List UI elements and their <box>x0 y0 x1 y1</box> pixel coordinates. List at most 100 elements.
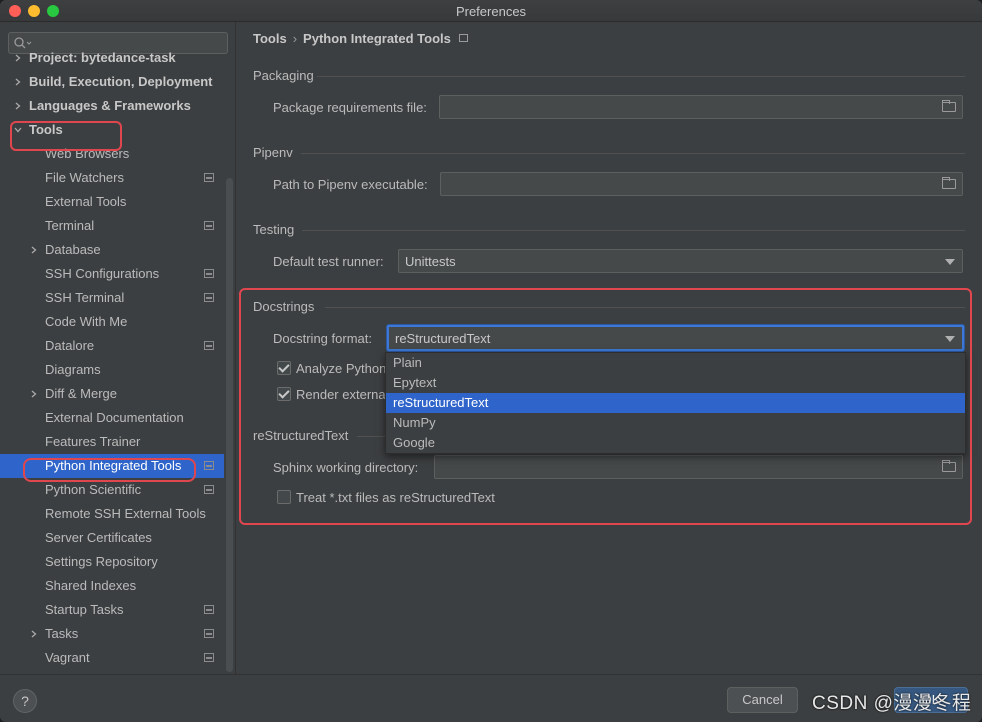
sidebar-item-label: Tools <box>29 122 63 137</box>
chevron-right-icon[interactable] <box>14 54 22 62</box>
sidebar-item-server-certificates[interactable]: Server Certificates <box>0 526 224 550</box>
render-external-checkbox[interactable] <box>277 387 291 401</box>
project-level-icon <box>204 653 214 662</box>
chevron-right-icon[interactable] <box>30 630 38 638</box>
sidebar-item-vagrant[interactable]: Vagrant <box>0 646 224 670</box>
sphinx-dir-label: Sphinx working directory: <box>273 460 419 475</box>
sidebar-item-ssh-terminal[interactable]: SSH Terminal <box>0 286 224 310</box>
sidebar-item-tools[interactable]: Tools <box>0 118 224 142</box>
packaging-section-title: Packaging <box>253 68 314 83</box>
chevron-right-icon[interactable] <box>14 102 22 110</box>
folder-icon[interactable] <box>942 177 956 189</box>
project-level-icon <box>204 293 214 302</box>
sidebar-item-external-tools[interactable]: External Tools <box>0 190 224 214</box>
sidebar-item-build-execution-deployment[interactable]: Build, Execution, Deployment <box>0 70 224 94</box>
sidebar-item-features-trainer[interactable]: Features Trainer <box>0 430 224 454</box>
project-level-icon <box>204 173 214 182</box>
chevron-right-icon[interactable] <box>30 246 38 254</box>
pipenv-path-field[interactable] <box>440 172 963 196</box>
sidebar-item-diff-merge[interactable]: Diff & Merge <box>0 382 224 406</box>
sidebar-item-label: Diagrams <box>45 362 101 377</box>
chevron-down-icon[interactable] <box>14 126 22 134</box>
sidebar-item-languages-frameworks[interactable]: Languages & Frameworks <box>0 94 224 118</box>
folder-icon[interactable] <box>942 460 956 472</box>
breadcrumb-parent[interactable]: Tools <box>253 31 287 46</box>
help-button[interactable]: ? <box>13 689 37 713</box>
dropdown-option[interactable]: Plain <box>386 353 965 373</box>
chevron-down-icon <box>945 336 955 342</box>
section-divider <box>317 76 965 77</box>
analyze-python-label: Analyze Python <box>296 361 387 376</box>
docstring-format-label: Docstring format: <box>273 331 372 346</box>
docstring-format-select[interactable]: reStructuredText <box>387 325 964 351</box>
project-level-icon <box>204 629 214 638</box>
project-level-icon <box>204 485 214 494</box>
chevron-right-icon[interactable] <box>30 390 38 398</box>
treat-txt-checkbox[interactable] <box>277 490 291 504</box>
test-runner-label: Default test runner: <box>273 254 384 269</box>
sidebar-item-python-scientific[interactable]: Python Scientific <box>0 478 224 502</box>
section-divider <box>301 153 965 154</box>
requirements-label: Package requirements file: <box>273 100 427 115</box>
test-runner-select[interactable]: Unittests <box>398 249 963 273</box>
sidebar-item-label: Startup Tasks <box>45 602 124 617</box>
page-menu-icon[interactable] <box>458 34 468 42</box>
sidebar-item-terminal[interactable]: Terminal <box>0 214 224 238</box>
preferences-window: Preferences Project: bytedance-task Build… <box>0 0 982 722</box>
docstring-format-dropdown: Plain Epytext reStructuredText NumPy Goo… <box>385 352 966 454</box>
requirements-field[interactable] <box>439 95 963 119</box>
pipenv-section-title: Pipenv <box>253 145 293 160</box>
sidebar-item-tasks[interactable]: Tasks <box>0 622 224 646</box>
title-bar[interactable]: Preferences <box>0 0 982 22</box>
sidebar-item-file-watchers[interactable]: File Watchers <box>0 166 224 190</box>
project-level-icon <box>204 269 214 278</box>
sidebar-item-python-integrated-tools[interactable]: Python Integrated Tools <box>0 454 224 478</box>
sidebar-item-label: Settings Repository <box>45 554 158 569</box>
sidebar-item-ssh-configurations[interactable]: SSH Configurations <box>0 262 224 286</box>
sidebar-item-label: Code With Me <box>45 314 128 329</box>
sidebar-item-label: SSH Configurations <box>45 266 160 281</box>
sidebar-item-label: Build, Execution, Deployment <box>29 74 213 89</box>
sidebar-item-database[interactable]: Database <box>0 238 224 262</box>
sidebar-item-code-with-me[interactable]: Code With Me <box>0 310 224 334</box>
sidebar-item-label: External Documentation <box>45 410 184 425</box>
sidebar-item-label: Vagrant <box>45 650 90 665</box>
project-level-icon <box>204 461 214 470</box>
sidebar-item-label: Remote SSH External Tools <box>45 506 206 521</box>
sphinx-dir-field[interactable] <box>434 455 963 479</box>
folder-icon[interactable] <box>942 100 956 112</box>
sidebar-item-web-browsers[interactable]: Web Browsers <box>0 142 224 166</box>
sidebar-item-label: Database <box>45 242 101 257</box>
dropdown-option[interactable]: NumPy <box>386 413 965 433</box>
sidebar-item-external-documentation[interactable]: External Documentation <box>0 406 224 430</box>
sidebar-item-project-bytedance-task[interactable]: Project: bytedance-task <box>0 46 224 70</box>
sidebar-item-shared-indexes[interactable]: Shared Indexes <box>0 574 224 598</box>
section-divider <box>325 307 965 308</box>
breadcrumb-separator: › <box>292 31 298 46</box>
sidebar-item-remote-ssh-external-tools[interactable]: Remote SSH External Tools <box>0 502 224 526</box>
dropdown-option[interactable]: Google <box>386 433 965 453</box>
docstrings-section-title: Docstrings <box>253 299 315 314</box>
sidebar-scrollbar[interactable] <box>226 178 233 672</box>
sidebar-item-settings-repository[interactable]: Settings Repository <box>0 550 224 574</box>
sidebar-item-diagrams[interactable]: Diagrams <box>0 358 224 382</box>
chevron-down-icon <box>945 259 955 265</box>
chevron-right-icon[interactable] <box>14 78 22 86</box>
sidebar-item-label: Tasks <box>45 626 79 641</box>
sidebar-item-startup-tasks[interactable]: Startup Tasks <box>0 598 224 622</box>
sidebar-item-label: Shared Indexes <box>45 578 137 593</box>
project-level-icon <box>204 221 214 230</box>
dropdown-option-selected[interactable]: reStructuredText <box>386 393 965 413</box>
sidebar-item-label: Datalore <box>45 338 95 353</box>
analyze-python-checkbox[interactable] <box>277 361 291 375</box>
breadcrumb-current: Python Integrated Tools <box>303 31 451 46</box>
sidebar-item-label: Project: bytedance-task <box>29 50 176 65</box>
sidebar-item-datalore[interactable]: Datalore <box>0 334 224 358</box>
rest-section-title: reStructuredText <box>253 428 349 443</box>
settings-sidebar: Project: bytedance-task Build, Execution,… <box>0 22 236 674</box>
csdn-watermark: CSDN @漫漫冬程 <box>812 693 972 714</box>
cancel-button[interactable]: Cancel <box>727 687 798 713</box>
project-level-icon <box>204 341 214 350</box>
dropdown-option[interactable]: Epytext <box>386 373 965 393</box>
sidebar-item-label: Server Certificates <box>45 530 152 545</box>
